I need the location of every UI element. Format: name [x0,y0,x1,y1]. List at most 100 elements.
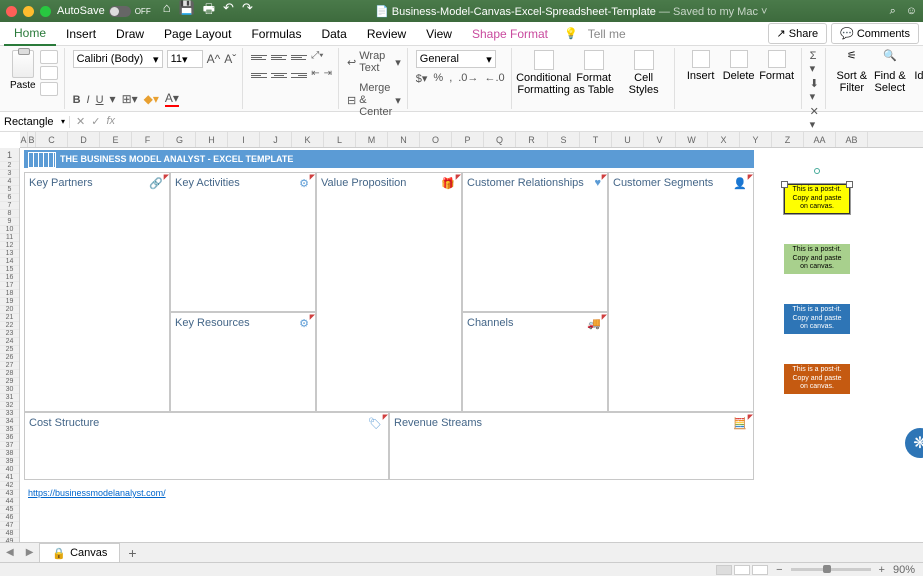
tab-insert[interactable]: Insert [56,23,106,45]
increase-font[interactable]: A^ [207,52,221,66]
minimize-window[interactable] [23,6,34,17]
tab-review[interactable]: Review [357,23,416,45]
home-icon[interactable]: ⌂ [163,0,171,22]
fill-color[interactable]: ◆▾ [144,92,159,106]
italic-button[interactable]: I [87,92,90,106]
zoom-slider[interactable] [791,568,871,571]
orientation[interactable]: ⤢▾ [311,50,323,64]
align-middle[interactable] [271,50,287,64]
tab-view[interactable]: View [416,23,462,45]
tab-next[interactable]: ▶ [20,547,40,558]
cancel-icon[interactable]: ✕ [76,115,85,128]
indent-dec[interactable]: ⇤ [311,68,319,82]
copy-button[interactable] [40,66,58,80]
sheet-tab-canvas[interactable]: 🔒Canvas [39,543,120,563]
format-as-table[interactable]: Format as Table [570,50,618,96]
canvas-area[interactable]: THE BUSINESS MODEL ANALYST - EXCEL TEMPL… [20,148,923,568]
clear-button[interactable]: ✕ ▾ [810,105,819,131]
add-sheet[interactable]: + [120,545,144,561]
print-icon[interactable]: 🖶 [203,0,215,22]
tab-shape-format[interactable]: Shape Format [462,23,558,45]
align-left[interactable] [251,68,267,82]
percent-button[interactable]: % [433,72,443,85]
ideas-button[interactable]: 💡Ideas [910,50,923,94]
close-window[interactable] [6,6,17,17]
user-icon[interactable]: ☺ [906,5,917,18]
find-select[interactable]: 🔍Find & Select [872,50,908,94]
format-cells[interactable]: Format [759,50,795,82]
align-right[interactable] [291,68,307,82]
redo-icon[interactable]: ↷ [242,0,253,22]
row-headers[interactable]: 1234567891011121314151617181920212223242… [0,148,20,568]
tab-data[interactable]: Data [311,23,356,45]
view-normal[interactable] [716,565,732,575]
maximize-window[interactable] [40,6,51,17]
font-size[interactable]: 11▾ [167,50,203,68]
enter-icon[interactable]: ✓ [91,115,100,128]
search-icon[interactable]: ⌕ [890,5,896,18]
paste-button[interactable]: Paste [10,50,36,91]
number-format[interactable]: General▾ [416,50,496,68]
decrease-font[interactable]: Aˇ [224,52,236,66]
tab-home[interactable]: Home [4,22,56,46]
delete-cells[interactable]: Delete [721,50,757,82]
postit-blue[interactable]: This is a post-it. Copy and paste on can… [784,304,850,334]
fx-icon[interactable]: fx [106,115,115,128]
cell-revenue[interactable]: Revenue Streams🧮◤ [389,412,754,480]
postit-orange[interactable]: This is a post-it. Copy and paste on can… [784,364,850,394]
align-bottom[interactable] [291,50,307,64]
cell-key-activities[interactable]: Key Activities⚙◤ [170,172,316,312]
wrap-text[interactable]: ↩Wrap Text▾ [347,50,401,74]
cell-channels[interactable]: Channels🚚◤ [462,312,608,412]
autosave-toggle[interactable]: AutoSave OFF [57,5,151,17]
font-color[interactable]: A▾ [165,91,179,107]
rotate-handle[interactable] [814,168,820,174]
format-painter[interactable] [40,82,58,96]
sort-filter[interactable]: ⚟Sort & Filter [834,50,870,94]
tab-draw[interactable]: Draw [106,23,154,45]
align-top[interactable] [251,50,267,64]
tab-formulas[interactable]: Formulas [241,23,311,45]
view-page-break[interactable] [752,565,768,575]
postit-green[interactable]: This is a post-it. Copy and paste on can… [784,244,850,274]
currency-button[interactable]: $▾ [416,72,428,85]
decimal-inc[interactable]: .0→ [458,72,478,85]
underline-button[interactable]: U [96,92,104,106]
autosum[interactable]: Σ ▾ [810,50,819,75]
align-center[interactable] [271,68,287,82]
cell-styles[interactable]: Cell Styles [620,50,668,96]
tab-page-layout[interactable]: Page Layout [154,23,241,45]
tell-me[interactable]: Tell me [578,23,636,45]
autosave-switch[interactable] [109,6,131,17]
comma-button[interactable]: , [449,72,452,85]
font-selector[interactable]: Calibri (Body)▾ [73,50,163,68]
cell-key-partners[interactable]: Key Partners🔗◤ [24,172,170,412]
indent-inc[interactable]: ⇥ [324,68,332,82]
decimal-dec[interactable]: ←.0 [484,72,504,85]
undo-icon[interactable]: ↶ [223,0,234,22]
cell-cost[interactable]: Cost Structure🏷◤ [24,412,389,480]
cell-value-prop[interactable]: Value Proposition🎁◤ [316,172,462,412]
view-page-layout[interactable] [734,565,750,575]
postit-yellow[interactable]: This is a post-it. Copy and paste on can… [784,184,850,214]
cut-button[interactable] [40,50,58,64]
column-headers[interactable]: ABCDEFGHIJKLMNOPQRSTUVWXYZAAAB [20,132,923,148]
name-box[interactable]: Rectangle▾ [0,116,70,128]
insert-cells[interactable]: Insert [683,50,719,82]
cell-cust-rel[interactable]: Customer Relationships♥◤ [462,172,608,312]
save-icon[interactable]: 💾 [179,0,195,22]
worksheet[interactable]: 1234567891011121314151617181920212223242… [0,148,923,568]
comments-button[interactable]: 💬Comments [831,23,919,44]
cell-key-resources[interactable]: Key Resources⚙◤ [170,312,316,412]
cell-cust-seg[interactable]: Customer Segments👤◤ [608,172,754,412]
fill-button[interactable]: ⬇ ▾ [810,77,819,103]
zoom-in[interactable]: + [879,564,885,576]
share-button[interactable]: ↗Share [768,23,828,44]
zoom-out[interactable]: − [776,564,782,576]
bold-button[interactable]: B [73,92,81,106]
merge-center[interactable]: ⊟Merge & Center▾ [347,82,401,118]
zoom-level[interactable]: 90% [893,564,915,576]
border-button[interactable]: ⊞▾ [122,92,138,106]
tab-prev[interactable]: ◀ [0,547,20,558]
analyst-link[interactable]: https://businessmodelanalyst.com/ [28,488,166,498]
